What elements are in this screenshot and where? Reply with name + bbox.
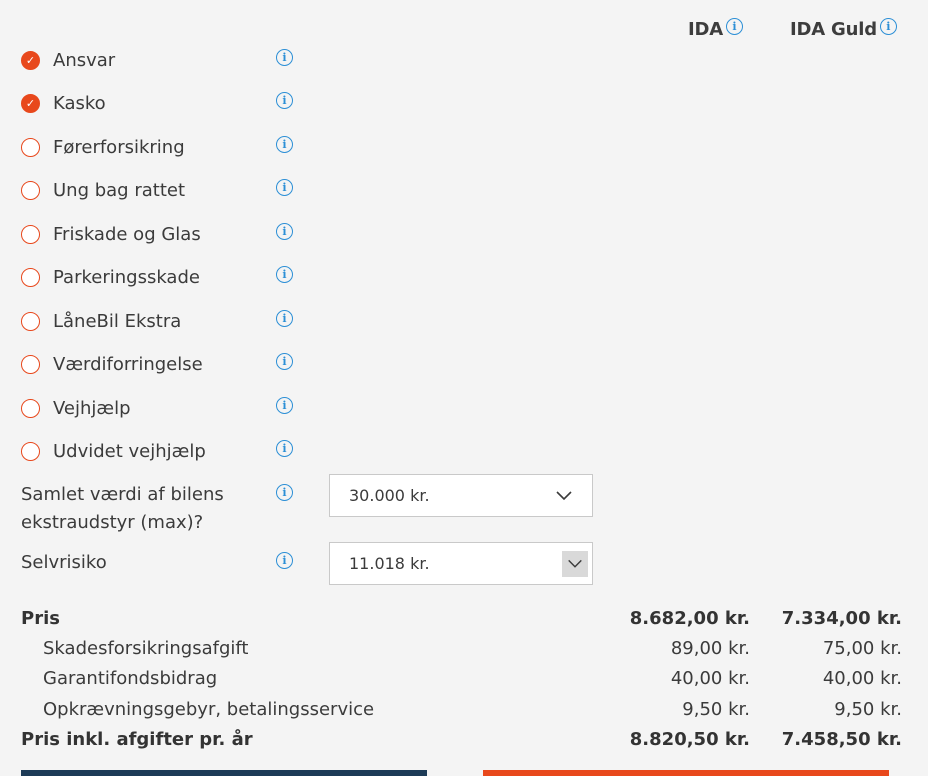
check-icon[interactable]: ✓	[21, 50, 40, 70]
coverage-vaerdiforringelse[interactable]: Værdiforringelse	[21, 351, 203, 377]
deductible-select[interactable]: 11.018 kr.	[329, 542, 593, 585]
info-icon[interactable]: i	[276, 179, 293, 196]
coverage-label: LåneBil Ekstra	[53, 310, 182, 332]
price-ida: 89,00 kr.	[670, 638, 750, 659]
coverage-label: Parkeringsskade	[53, 266, 200, 288]
price-label: Garantifondsbidrag	[43, 668, 218, 689]
coverage-label: Ansvar	[53, 49, 116, 71]
price-row-opkraevningsgebyr: Opkrævningsgebyr, betalingsservice 9,50 …	[0, 699, 928, 725]
chevron-down-icon	[568, 559, 582, 568]
price-ida: 40,00 kr.	[670, 668, 750, 689]
radio-button[interactable]	[21, 224, 40, 244]
equipment-label: Samlet værdi af bilens ekstraudstyr (max…	[21, 481, 224, 537]
equipment-label-line2: ekstraudstyr (max)?	[21, 512, 204, 533]
deductible-select-value: 11.018 kr.	[349, 554, 430, 573]
info-icon[interactable]: i	[276, 440, 293, 457]
price-row-pris: Pris 8.682,00 kr. 7.334,00 kr.	[0, 608, 928, 634]
coverage-label: Kasko	[53, 92, 106, 114]
info-icon[interactable]: i	[276, 310, 293, 327]
coverage-kasko[interactable]: ✓ Kasko	[21, 90, 106, 116]
chevron-down-icon	[556, 491, 572, 501]
plan-header-ida-guld: IDA Guld i	[790, 18, 897, 40]
coverage-parkeringsskade[interactable]: Parkeringsskade	[21, 264, 200, 290]
equipment-select-value: 30.000 kr.	[349, 486, 430, 505]
info-icon[interactable]: i	[879, 18, 897, 35]
info-icon[interactable]: i	[276, 552, 293, 569]
radio-button[interactable]	[21, 311, 40, 331]
coverage-vejhjaelp[interactable]: Vejhjælp	[21, 395, 131, 421]
price-guld: 7.458,50 kr.	[781, 729, 902, 750]
info-icon[interactable]: i	[276, 136, 293, 153]
plan-name: IDA	[688, 19, 723, 40]
info-icon[interactable]: i	[276, 397, 293, 414]
coverage-label: Værdiforringelse	[53, 353, 203, 375]
coverage-label: Udvidet vejhjælp	[53, 440, 206, 462]
info-icon[interactable]: i	[276, 92, 293, 109]
price-guld: 75,00 kr.	[822, 638, 902, 659]
coverage-label: Førerforsikring	[53, 136, 185, 158]
dropdown-button[interactable]	[562, 551, 588, 577]
price-label: Skadesforsikringsafgift	[43, 638, 249, 659]
plan-name: IDA Guld	[790, 19, 877, 40]
radio-button[interactable]	[21, 398, 40, 418]
info-icon[interactable]: i	[276, 353, 293, 370]
coverage-udvidet-vejhjaelp[interactable]: Udvidet vejhjælp	[21, 438, 206, 464]
coverage-label: Vejhjælp	[53, 397, 131, 419]
price-label: Pris	[21, 608, 60, 629]
coverage-lanebil-ekstra[interactable]: LåneBil Ekstra	[21, 308, 181, 334]
radio-button[interactable]	[21, 180, 40, 200]
equipment-select[interactable]: 30.000 kr.	[329, 474, 593, 517]
price-ida: 8.820,50 kr.	[629, 729, 750, 750]
coverage-label: Friskade og Glas	[53, 223, 201, 245]
price-label: Opkrævningsgebyr, betalingsservice	[43, 699, 375, 720]
coverage-ung-bag-rattet[interactable]: Ung bag rattet	[21, 177, 185, 203]
select-ida-guld-button[interactable]	[483, 770, 889, 776]
radio-button[interactable]	[21, 441, 40, 461]
price-row-garantifondsbidrag: Garantifondsbidrag 40,00 kr. 40,00 kr.	[0, 668, 928, 694]
price-guld: 9,50 kr.	[834, 699, 902, 720]
equipment-label-line1: Samlet værdi af bilens	[21, 484, 224, 505]
info-icon[interactable]: i	[276, 223, 293, 240]
info-icon[interactable]: i	[276, 484, 293, 501]
select-ida-button[interactable]	[21, 770, 427, 776]
info-icon[interactable]: i	[276, 49, 293, 66]
deductible-label: Selvrisiko	[21, 552, 107, 573]
coverage-label: Ung bag rattet	[53, 179, 186, 201]
coverage-friskade-og-glas[interactable]: Friskade og Glas	[21, 221, 201, 247]
plan-header-ida: IDA i	[688, 18, 743, 40]
info-icon[interactable]: i	[725, 18, 743, 35]
price-ida: 9,50 kr.	[682, 699, 750, 720]
price-guld: 40,00 kr.	[822, 668, 902, 689]
radio-button[interactable]	[21, 137, 40, 157]
radio-button[interactable]	[21, 267, 40, 287]
info-icon[interactable]: i	[276, 266, 293, 283]
price-row-skadesforsikringsafgift: Skadesforsikringsafgift 89,00 kr. 75,00 …	[0, 638, 928, 664]
price-guld: 7.334,00 kr.	[781, 608, 902, 629]
check-icon[interactable]: ✓	[21, 93, 40, 113]
radio-button[interactable]	[21, 354, 40, 374]
coverage-forerforsikring[interactable]: Førerforsikring	[21, 134, 185, 160]
price-label: Pris inkl. afgifter pr. år	[21, 729, 253, 750]
coverage-ansvar[interactable]: ✓ Ansvar	[21, 47, 115, 73]
price-ida: 8.682,00 kr.	[629, 608, 750, 629]
price-row-total: Pris inkl. afgifter pr. år 8.820,50 kr. …	[0, 729, 928, 755]
